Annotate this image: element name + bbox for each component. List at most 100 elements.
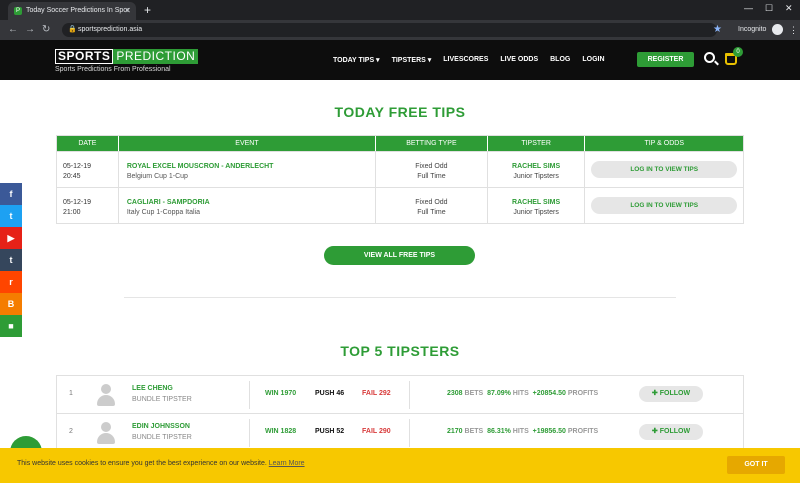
video-icon[interactable]: ■ [0,315,22,337]
cookie-banner: This website uses cookies to ensure you … [0,448,800,483]
blogger-icon[interactable]: B [0,293,22,315]
back-icon[interactable]: ← [8,23,18,37]
close-window-icon[interactable]: ✕ [785,3,793,14]
free-tips-table: DATE EVENT BETTING TYPE TIPSTER TIP & OD… [56,135,744,224]
incognito-label: Incognito [738,26,767,33]
login-to-view-tips-button[interactable]: LOG IN TO VIEW TIPS [591,197,738,214]
tip-date: 05-12-19 [63,163,92,170]
win-count: WIN 1828 [265,428,297,435]
incognito-icon[interactable] [772,24,783,35]
bets-value: 2170 [447,428,463,435]
tipster-name-link[interactable]: LEE CHENG [132,385,173,392]
facebook-icon[interactable]: f [0,183,22,205]
tipster-role: BUNDLE TIPSTER [132,434,192,441]
nav-live-odds[interactable]: LIVE ODDS [500,56,538,64]
social-share-bar: f t ▶ t r B ■ [0,183,22,337]
col-tip-odds: TIP & ODDS [585,136,743,151]
logo-secondary: PREDICTION [113,49,199,64]
free-tips-title: TODAY FREE TIPS [334,104,466,120]
table-row: 05-12-19 21:00 CAGLIARI - SAMPDORIA Ital… [57,187,743,223]
browser-tab[interactable]: P Today Soccer Predictions In Spor ✕ [8,2,136,20]
bets-label: BETS [464,428,484,435]
tab-title: Today Soccer Predictions In Spor [26,7,130,14]
follow-label: FOLLOW [659,428,691,435]
view-all-free-tips-button[interactable]: VIEW ALL FREE TIPS [324,246,475,265]
cookie-text: This website uses cookies to ensure you … [17,460,267,467]
avatar [93,382,119,408]
hits-value: 87.09% [487,390,511,397]
browser-menu-icon[interactable]: ⋮ [789,23,798,37]
bookmark-star-icon[interactable]: ★ [713,23,722,37]
tipster-level: Junior Tipsters [513,173,559,180]
tipster-name-link[interactable]: EDIN JOHNSSON [132,423,190,430]
profits-value: +20854.50 [532,390,566,397]
follow-button[interactable]: ✚ FOLLOW [639,424,703,440]
fail-count: FAIL 292 [362,390,391,397]
list-item: 1 LEE CHENG BUNDLE TIPSTER WIN 1970 PUSH… [57,376,743,414]
tipster-rank: 2 [69,428,73,435]
learn-more-link[interactable]: Learn More [269,460,305,467]
push-count: PUSH 46 [315,390,345,397]
tip-date-cell: 05-12-19 21:00 [57,188,119,223]
push-count: PUSH 52 [315,428,345,435]
follow-label: FOLLOW [659,390,691,397]
url-field[interactable]: 🔒 sportsprediction.asia [62,23,717,37]
forward-icon[interactable]: → [25,23,35,37]
nav-today-tips[interactable]: TODAY TIPS ▾ [333,56,380,64]
new-tab-icon[interactable]: + [144,2,151,18]
minimize-icon[interactable]: — [744,3,753,13]
nav-login[interactable]: LOGIN [582,56,604,64]
register-button[interactable]: REGISTER [637,52,694,67]
top-tipsters-list: 1 LEE CHENG BUNDLE TIPSTER WIN 1970 PUSH… [56,375,744,453]
tip-league: Italy Cup 1-Coppa Italia [126,209,200,216]
profits-label: PROFITS [567,428,599,435]
col-betting-type: BETTING TYPE [376,136,488,151]
top-tipsters-title: TOP 5 TIPSTERS [340,343,460,359]
close-tab-icon[interactable]: ✕ [124,2,131,20]
hits-label: HITS [512,390,529,397]
site-logo[interactable]: SPORTS PREDICTION Sports Predictions From… [55,47,199,73]
tip-tipster-cell: RACHEL SIMS Junior Tipsters [488,188,586,223]
got-it-button[interactable]: GOT IT [727,456,785,474]
tip-bet-type-cell: Fixed Odd Full Time [376,152,488,187]
column-divider [409,381,410,409]
logo-primary: SPORTS [55,49,114,64]
tipster-name-link[interactable]: RACHEL SIMS [488,162,585,172]
tip-bet-type: Fixed Odd [415,199,448,206]
cookie-message: This website uses cookies to ensure you … [17,460,305,467]
youtube-icon[interactable]: ▶ [0,227,22,249]
tip-time: 21:00 [63,209,81,216]
column-divider [409,419,410,447]
tipster-name-link[interactable]: RACHEL SIMS [488,198,585,208]
tumblr-icon[interactable]: t [0,249,22,271]
cart-count-badge: 0 [733,47,743,57]
tip-date: 05-12-19 [63,199,92,206]
url-text: sportsprediction.asia [78,26,143,33]
tipster-stats: 2308 BETS 87.09% HITS +20854.50 PROFITS [447,390,598,397]
avatar [93,420,119,446]
search-icon[interactable] [704,52,715,63]
tipster-level: Junior Tipsters [513,209,559,216]
hits-label: HITS [512,428,529,435]
tip-tipster-cell: RACHEL SIMS Junior Tipsters [488,152,586,187]
login-to-view-tips-button[interactable]: LOG IN TO VIEW TIPS [591,161,738,178]
tipster-role: BUNDLE TIPSTER [132,396,192,403]
reddit-icon[interactable]: r [0,271,22,293]
nav-livescores[interactable]: LIVESCORES [443,56,488,64]
col-date: DATE [57,136,119,151]
tip-event-cell: ROYAL EXCEL MOUSCRON - ANDERLECHT Belgiu… [119,152,377,187]
win-count: WIN 1970 [265,390,297,397]
column-divider [249,381,250,409]
bets-label: BETS [464,390,484,397]
tip-event-link[interactable]: ROYAL EXCEL MOUSCRON - ANDERLECHT [127,162,375,172]
tip-action-cell: LOG IN TO VIEW TIPS [585,188,743,223]
nav-tipsters[interactable]: TIPSTERS ▾ [392,56,432,64]
column-divider [249,419,250,447]
follow-button[interactable]: ✚ FOLLOW [639,386,703,402]
nav-blog[interactable]: BLOG [550,56,570,64]
col-event: EVENT [118,136,377,151]
maximize-icon[interactable]: ☐ [765,3,773,14]
tip-event-link[interactable]: CAGLIARI - SAMPDORIA [127,198,375,208]
reload-icon[interactable]: ↻ [42,23,50,37]
twitter-icon[interactable]: t [0,205,22,227]
